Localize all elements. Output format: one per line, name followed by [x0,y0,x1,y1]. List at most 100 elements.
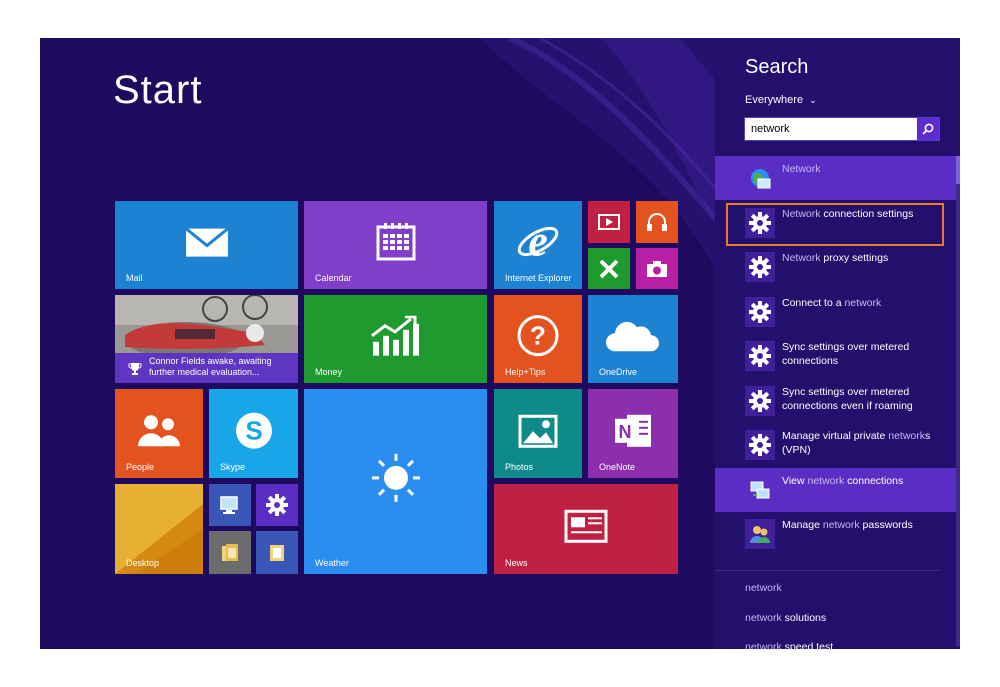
tile-label: News [505,558,528,568]
result-match-highlight: network [822,519,860,531]
tile-computer[interactable] [209,484,251,526]
search-button[interactable] [917,118,939,140]
search-icon [922,123,934,135]
result-match-highlight: Network [782,252,821,264]
settings-gear-icon [749,345,771,367]
search-result-item[interactable]: Network [715,156,960,200]
svg-text:e: e [528,219,548,263]
tile-help-tips[interactable]: ? Help+Tips [494,295,582,383]
tile-label: OneNote [599,462,636,472]
cloud-icon [606,321,659,352]
search-result-label: Manage virtual private networks (VPN) [782,429,952,457]
tile-onedrive[interactable]: OneDrive [588,295,678,383]
documents-folder-icon [270,544,284,561]
result-icon-box [745,163,775,193]
tile-documents[interactable] [256,531,298,574]
search-panel-title: Search [745,56,809,78]
search-result-item[interactable]: View network connections [715,467,960,512]
photo-icon [518,414,558,448]
settings-gear-icon [749,256,771,278]
tile-internet-explorer[interactable]: e Internet Explorer [494,201,582,289]
search-result-label: View network connections [782,474,952,488]
tile-camera[interactable] [636,248,678,289]
envelope-icon [184,227,229,257]
svg-text:?: ? [530,321,546,351]
chevron-down-icon: ⌄ [809,95,817,105]
tile-label: Money [315,367,343,377]
result-icon-box [745,385,775,416]
search-result-label: Sync settings over metered connections e… [782,385,952,413]
question-mark-icon: ? [517,315,559,357]
tile-onenote[interactable]: N OneNote [588,389,678,478]
tile-label: Photos [505,462,534,472]
chart-growth-icon [370,315,419,356]
suggestion-match-highlight: network [745,611,782,624]
search-result-item[interactable]: Network proxy settings [715,245,960,289]
gear-icon [266,494,288,516]
tile-calendar[interactable]: Calendar [304,201,487,289]
search-suggestion[interactable]: network solutions [745,612,826,624]
tile-skype[interactable]: S Skype [209,389,298,478]
suggestion-match-highlight: network [745,641,782,649]
search-suggestion[interactable]: network speed test [745,641,833,649]
tile-weather[interactable]: Weather [304,389,487,574]
camera-icon [647,260,667,277]
scrollbar-track[interactable] [956,156,960,646]
result-icon-box [745,430,775,460]
tile-news[interactable]: News [494,484,678,574]
search-result-label: Connect to a network [782,296,952,310]
result-text: Sync settings over metered connections [782,341,910,367]
skype-icon: S [235,412,272,449]
settings-gear-icon [749,300,771,323]
search-result-label: Sync settings over metered connections [782,340,952,368]
search-result-item[interactable]: Manage network passwords [715,512,960,556]
calendar-icon [376,222,415,261]
result-match-highlight: network [844,296,882,309]
tile-desktop[interactable]: Desktop [115,484,203,574]
tile-label: Skype [220,462,246,472]
tile-music[interactable] [636,201,678,243]
search-result-item[interactable]: Sync settings over metered connections [715,334,960,378]
search-result-item[interactable]: Connect to a network [715,290,960,334]
tile-people[interactable]: People [115,389,203,478]
tile-news-feed[interactable]: Connor Fields awake, awaiting further me… [115,295,298,383]
scrollbar-thumb[interactable] [956,156,960,184]
sun-icon [371,453,420,502]
tile-label: Weather [315,558,349,568]
tile-label: People [126,462,155,472]
search-input[interactable] [751,119,911,139]
results-divider [715,570,940,571]
search-scope-dropdown[interactable]: Everywhere ⌄ [745,94,817,106]
result-match-highlight: network [807,474,845,487]
search-result-label: Network proxy settings [782,251,952,265]
search-suggestion[interactable]: network [745,582,782,594]
tile-photos[interactable]: Photos [494,389,582,478]
news-feed-headline: Connor Fields awake, awaiting further me… [149,356,272,377]
result-icon-box [745,296,775,327]
result-match-highlight: Network [782,163,821,175]
result-icon-box [745,475,775,505]
tile-mail[interactable]: Mail [115,201,298,289]
tile-pc-settings[interactable] [256,484,298,526]
people-icon [138,414,180,446]
search-scope-label: Everywhere [745,94,804,106]
tile-money[interactable]: Money [304,295,487,383]
tile-file-explorer[interactable] [209,531,251,574]
suggestion-text: speed test [781,641,834,649]
tile-video[interactable] [588,201,630,243]
result-text: Sync settings over metered connections e… [782,385,913,412]
video-icon [598,214,620,230]
search-result-item[interactable]: Manage virtual private networks (VPN) [715,423,960,467]
search-charm-panel: Search Everywhere ⌄ Network Network connec… [715,38,960,649]
tile-label: Mail [126,273,143,283]
result-text: View [782,474,808,487]
tile-games[interactable] [588,248,630,289]
search-result-item[interactable]: Sync settings over metered connections e… [715,379,960,423]
result-text: Connect to a [782,296,845,309]
tile-label: Calendar [315,273,352,283]
search-box [744,117,940,141]
tile-label: Internet Explorer [505,273,572,283]
result-text: proxy settings [820,252,889,264]
headphones-icon [647,213,667,231]
settings-gear-icon [749,434,771,456]
